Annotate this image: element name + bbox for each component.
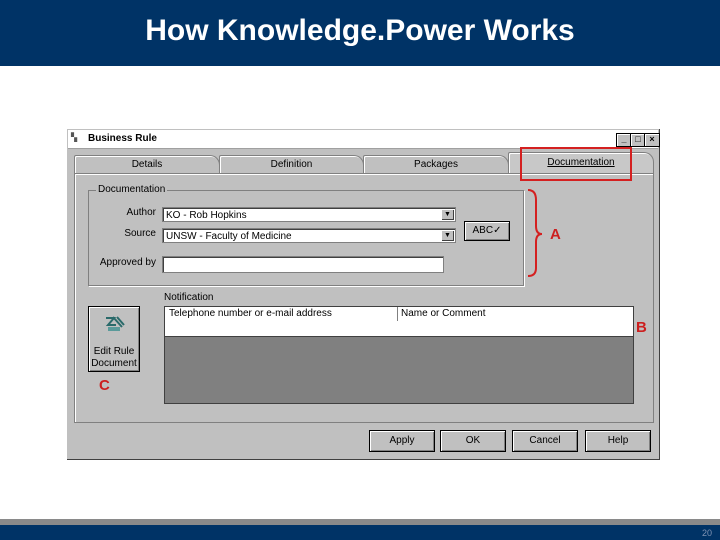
bracket-a [527, 189, 543, 277]
author-select[interactable]: KO - Rob Hopkins ▼ [162, 207, 456, 222]
footer-stripe [0, 519, 720, 525]
annotation-c: C [99, 377, 110, 394]
source-value: UNSW - Faculty of Medicine [166, 231, 292, 242]
help-button[interactable]: Help [585, 430, 651, 452]
author-value: KO - Rob Hopkins [166, 210, 247, 221]
edit-rule-line1: Edit Rule [93, 346, 135, 357]
close-button[interactable]: × [644, 133, 660, 147]
documentation-group-label: Documentation [96, 184, 168, 195]
table-row[interactable] [165, 321, 633, 337]
column-divider[interactable] [397, 307, 398, 321]
tab-packages[interactable]: Packages [363, 155, 509, 174]
cancel-button[interactable]: Cancel [512, 430, 578, 452]
annotation-a: A [550, 226, 561, 243]
ok-button[interactable]: OK [440, 430, 506, 452]
column-header-contact[interactable]: Telephone number or e-mail address [169, 308, 332, 319]
source-label: Source [124, 228, 156, 239]
notification-label: Notification [162, 292, 216, 303]
app-icon: ▚ [71, 133, 78, 142]
grid-header: Telephone number or e-mail address Name … [165, 307, 633, 322]
chevron-down-icon[interactable]: ▼ [441, 209, 454, 220]
edit-rule-line2: Document [91, 358, 137, 369]
notification-grid[interactable]: Telephone number or e-mail address Name … [164, 306, 634, 404]
column-header-name[interactable]: Name or Comment [401, 308, 485, 319]
chevron-down-icon[interactable]: ▼ [441, 230, 454, 241]
tab-definition[interactable]: Definition [219, 155, 364, 174]
documentation-tab-highlight [520, 147, 632, 181]
slide-title: How Knowledge.Power Works [145, 14, 575, 47]
spell-check-button[interactable]: ABC✓ [464, 221, 510, 241]
edit-document-icon [105, 316, 125, 331]
author-label: Author [126, 207, 156, 218]
apply-button[interactable]: Apply [369, 430, 435, 452]
source-select[interactable]: UNSW - Faculty of Medicine ▼ [162, 228, 456, 243]
edit-rule-document-button[interactable]: Edit Rule Document [88, 306, 140, 372]
page-number: 20 [701, 528, 712, 538]
annotation-b: B [636, 319, 647, 336]
dialog-title: Business Rule [88, 133, 157, 144]
tab-details[interactable]: Details [74, 155, 220, 174]
approved-by-input[interactable] [162, 256, 444, 273]
approved-by-label: Approved by [99, 257, 156, 268]
